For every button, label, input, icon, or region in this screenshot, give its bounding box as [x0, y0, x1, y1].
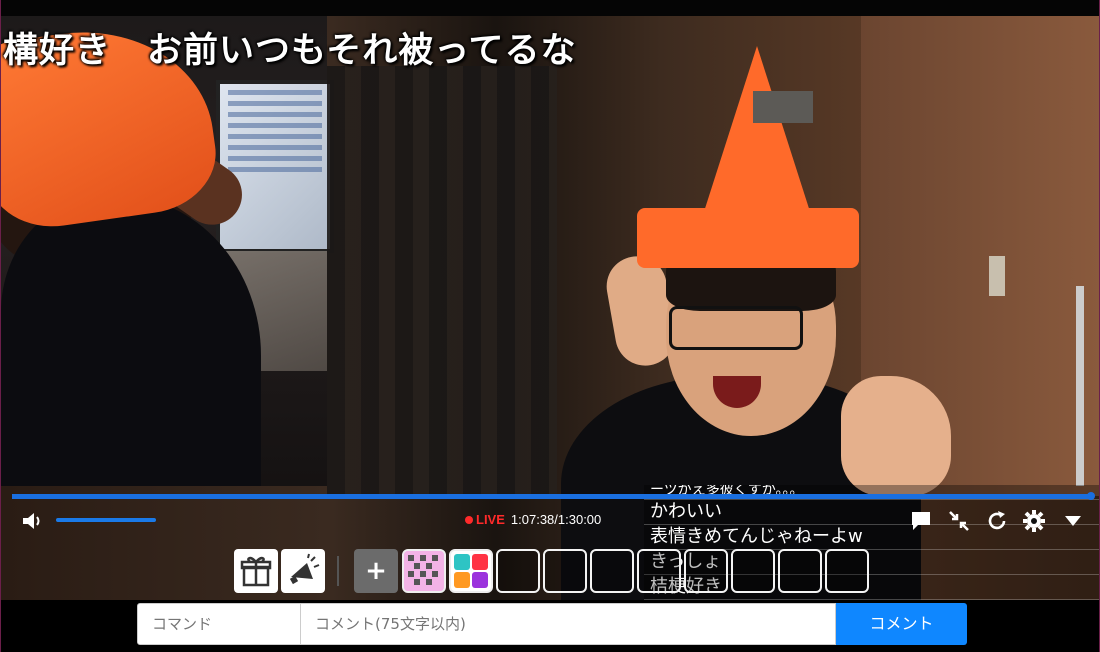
add-item-button[interactable]: +: [354, 549, 398, 593]
nicoad-button[interactable]: [281, 549, 325, 593]
live-dot-icon: [465, 516, 473, 524]
dropdown-arrow-icon[interactable]: [1061, 509, 1085, 533]
empty-item-slot[interactable]: [825, 549, 869, 593]
time-display: 1:07:38/1:30:00: [510, 512, 602, 527]
megaphone-icon: [289, 553, 320, 585]
live-status: LIVE 1:07:38/1:30:00: [465, 512, 601, 527]
volume-icon[interactable]: [21, 510, 45, 532]
empty-item-slot[interactable]: [778, 549, 822, 593]
mic-stand: [1076, 286, 1084, 486]
gift-button[interactable]: [234, 549, 278, 593]
emotion-slot-pattern[interactable]: [402, 549, 446, 593]
empty-item-slot[interactable]: [590, 549, 634, 593]
volume-slider[interactable]: [56, 518, 156, 522]
reload-icon[interactable]: [985, 509, 1009, 533]
emotion-slot-colors[interactable]: [449, 549, 493, 593]
comment-form: コメント: [137, 603, 967, 645]
empty-item-slot[interactable]: [637, 549, 681, 593]
empty-item-slot[interactable]: [731, 549, 775, 593]
live-label: LIVE: [476, 512, 505, 527]
video-player[interactable]: 構好き お前いつもそれ被ってるな ーツがえ多彼くすか。。。 かわいい 表情きめて…: [0, 0, 1100, 652]
cone-brim: [637, 208, 859, 268]
comment-input[interactable]: [301, 603, 836, 645]
glasses: [669, 306, 803, 350]
empty-item-slot[interactable]: [684, 549, 728, 593]
curtain: [327, 66, 557, 496]
seek-handle[interactable]: [1087, 492, 1095, 500]
peace-sign-hand: [841, 376, 951, 496]
command-input[interactable]: [137, 603, 301, 645]
player-top-bar: [1, 0, 1099, 16]
pattern-thumbnail-icon: [404, 551, 444, 591]
cone-stripe: [753, 91, 813, 123]
comment-toggle-icon[interactable]: [909, 509, 933, 533]
exit-fullscreen-icon[interactable]: [947, 509, 971, 533]
empty-item-slot[interactable]: [543, 549, 587, 593]
settings-icon[interactable]: [1022, 509, 1046, 533]
color-blocks-icon: [454, 554, 488, 588]
scrolling-comment: 構好き お前いつもそれ被ってるな: [3, 31, 577, 71]
player-controls: LIVE 1:07:38/1:30:00: [1, 500, 1099, 540]
left-camera-view: [1, 16, 334, 486]
comment-submit-button[interactable]: コメント: [836, 603, 967, 645]
gift-icon: [240, 556, 272, 587]
seek-bar[interactable]: [12, 494, 1092, 499]
traffic-cone-hat-right: [701, 46, 813, 221]
item-divider: [337, 556, 339, 586]
empty-item-slot[interactable]: [496, 549, 540, 593]
background-monitor: [216, 80, 334, 253]
light-switch: [989, 256, 1005, 296]
